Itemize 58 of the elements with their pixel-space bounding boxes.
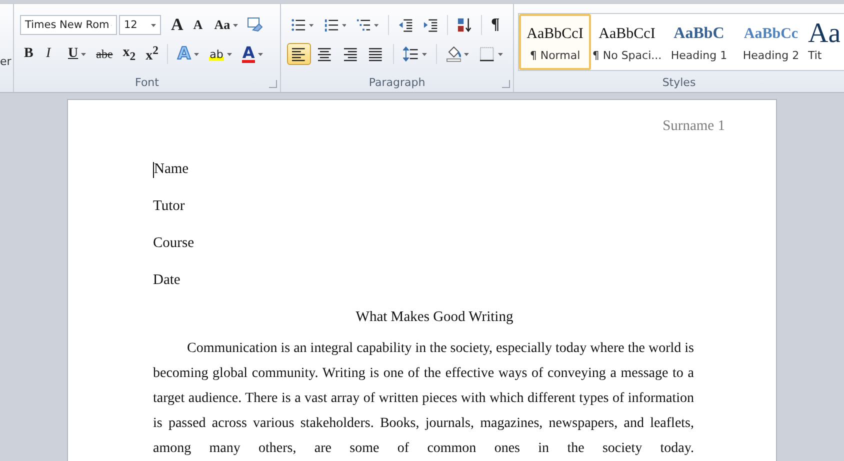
- paint-bucket-icon: [446, 46, 462, 62]
- document-line: Tutor: [153, 197, 185, 216]
- style-option[interactable]: AaBbC Heading 1: [663, 14, 735, 70]
- sort-icon: [456, 17, 472, 33]
- group-label: er: [0, 55, 12, 68]
- style-option[interactable]: AaBbCc Heading 2: [735, 14, 807, 70]
- dropdown-arrow-icon: [464, 52, 470, 56]
- page-header: Surname 1: [662, 118, 725, 134]
- bold-button[interactable]: B: [20, 43, 40, 65]
- shrink-font-button[interactable]: A: [189, 14, 210, 36]
- dropdown-arrow-icon: [374, 24, 379, 26]
- dropdown-arrow-icon: [227, 52, 232, 56]
- outdent-icon: [398, 17, 413, 33]
- show-marks-button[interactable]: ¶: [487, 14, 508, 36]
- style-option[interactable]: Aa Tit: [807, 14, 841, 70]
- text-cursor: [153, 162, 154, 178]
- group-label: Styles: [662, 75, 696, 91]
- subscript-button[interactable]: x$_{2}$: [118, 43, 140, 65]
- italic-button[interactable]: I: [42, 43, 62, 65]
- dropdown-arrow-icon: [151, 24, 156, 26]
- dropdown-arrow-icon: [422, 52, 427, 56]
- font-name-field[interactable]: Times New Rom: [20, 15, 117, 35]
- bullet-list-icon: [291, 17, 306, 33]
- align-left-button[interactable]: [287, 43, 311, 65]
- document-line: Date: [153, 271, 180, 290]
- multilevel-list-icon: [356, 17, 372, 33]
- dropdown-arrow-icon: [498, 52, 503, 56]
- document-title: What Makes Good Writing: [356, 309, 514, 325]
- dropdown-arrow-icon: [233, 24, 238, 26]
- borders-icon: [479, 46, 496, 62]
- style-option[interactable]: AaBbCcI ¶ Normal: [519, 14, 591, 70]
- dropdown-arrow-icon: [308, 24, 314, 26]
- font-color-button[interactable]: A: [238, 43, 267, 65]
- group-label: Font: [135, 75, 159, 91]
- change-case-button[interactable]: Aa: [211, 14, 242, 36]
- font-size-field[interactable]: 12: [119, 15, 161, 35]
- strikethrough-button[interactable]: abe: [92, 43, 117, 65]
- underline-button[interactable]: U: [64, 43, 90, 65]
- body-paragraph: Communication is an integral capability in the society, especially today where the world is becoming global community. Writing is one of the effective ways of conveying a message to a target audience. There is a vast array of written pieces with which different types of information is passed across various stakeholders. Books, journals, magazines, newspapers, and leaflets, among many others, are some of common ones in the society today.: [153, 340, 694, 458]
- grow-font-button[interactable]: A: [167, 14, 188, 36]
- dropdown-arrow-icon: [342, 24, 346, 26]
- superscript-button[interactable]: x$^{2}$: [142, 43, 162, 65]
- dropdown-arrow-icon: [194, 52, 199, 56]
- align-right-icon: [342, 46, 358, 62]
- group-label: Paragraph: [368, 75, 426, 91]
- align-center-icon: [316, 46, 333, 62]
- document-line: Name: [154, 160, 189, 179]
- indent-icon: [422, 17, 438, 33]
- numbered-list-icon: [324, 17, 339, 33]
- justify-icon: [368, 46, 384, 62]
- line-spacing-icon: [403, 46, 419, 62]
- document-line: Course: [153, 234, 194, 253]
- style-option[interactable]: AaBbCcI ¶ No Spaci...: [591, 14, 663, 70]
- dropdown-arrow-icon: [81, 52, 86, 56]
- highlight-button[interactable]: ab: [204, 43, 236, 65]
- dropdown-arrow-icon: [258, 52, 263, 56]
- eraser-icon: [247, 17, 264, 33]
- align-left-icon: [291, 46, 307, 62]
